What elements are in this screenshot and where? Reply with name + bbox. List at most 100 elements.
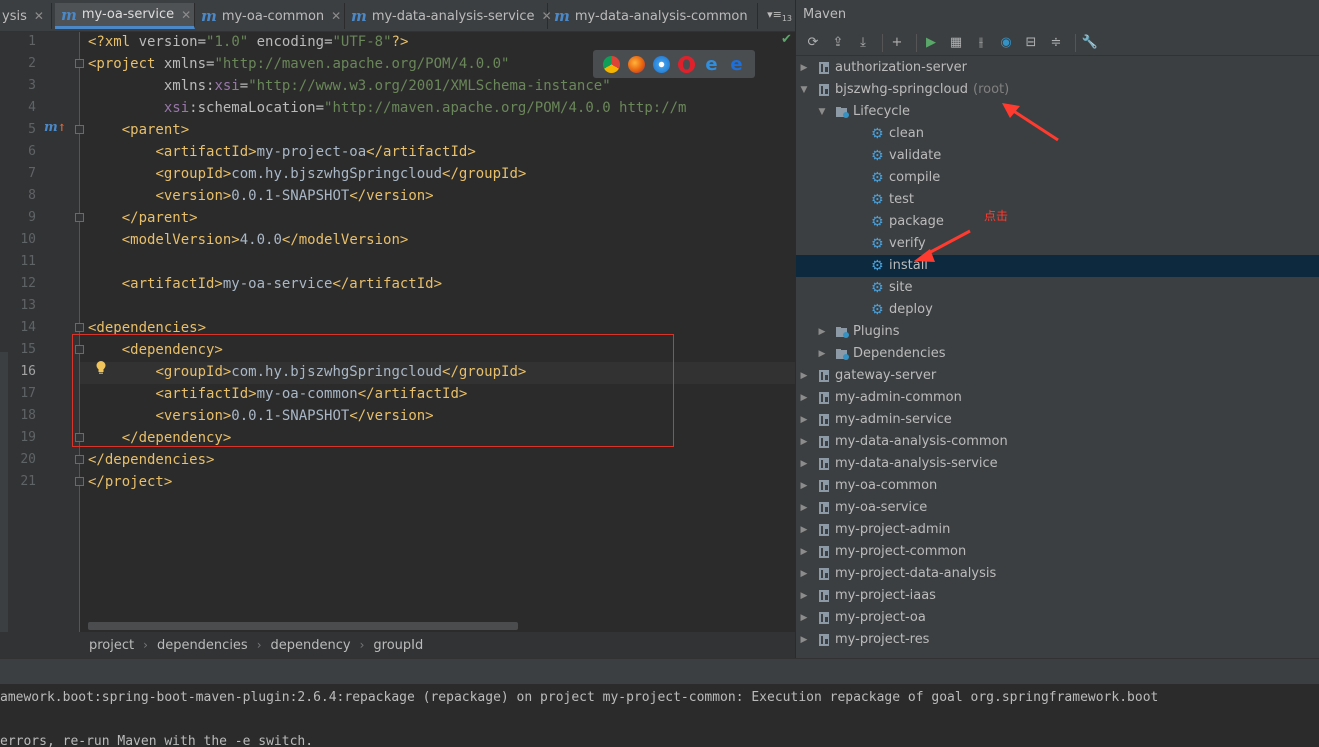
line-number-current: 16 bbox=[20, 364, 36, 379]
breadcrumb-item[interactable]: dependencies bbox=[157, 638, 248, 653]
lightbulb-icon[interactable] bbox=[95, 360, 107, 375]
gear-icon: ⚙ bbox=[871, 236, 884, 252]
fold-marker[interactable] bbox=[75, 477, 84, 486]
xml-tag: <artifactId> bbox=[121, 276, 223, 292]
collapse-arrow-icon[interactable]: ▶ bbox=[817, 343, 827, 365]
run-console-output[interactable]: amework.boot:spring-boot-maven-plugin:2.… bbox=[0, 684, 1319, 747]
code-line-8: <version>0.0.1-SNAPSHOT</version> bbox=[88, 185, 433, 207]
tab-overflow-count: 13 bbox=[781, 14, 792, 24]
code-line-2: <project xmlns="http://maven.apache.org/… bbox=[88, 53, 509, 75]
lifecycle-goal-validate[interactable]: ⚙ validate bbox=[796, 145, 1319, 167]
edge-icon[interactable]: e bbox=[728, 55, 745, 73]
tree-item-label: verify bbox=[889, 236, 926, 251]
editor-tab-active[interactable]: m my-oa-service ✕ bbox=[55, 3, 195, 29]
lifecycle-goal-deploy[interactable]: ⚙ deploy bbox=[796, 299, 1319, 321]
collapse-arrow-icon[interactable]: ▶ bbox=[799, 497, 809, 519]
collapse-arrow-icon[interactable]: ▶ bbox=[799, 57, 809, 79]
tree-folder-dependencies[interactable]: ▶ Dependencies bbox=[796, 343, 1319, 365]
collapse-arrow-icon[interactable]: ▶ bbox=[817, 321, 827, 343]
lifecycle-goal-compile[interactable]: ⚙ compile bbox=[796, 167, 1319, 189]
maven-module-item[interactable]: ▶ my-data-analysis-service bbox=[796, 453, 1319, 475]
run-config-icon[interactable]: ▦ bbox=[946, 33, 966, 53]
maven-module-item[interactable]: ▶ my-project-common bbox=[796, 541, 1319, 563]
collapse-arrow-icon[interactable]: ▶ bbox=[799, 519, 809, 541]
reimport-icon[interactable]: ⟳ bbox=[803, 33, 823, 53]
collapse-arrow-icon[interactable]: ▶ bbox=[799, 453, 809, 475]
maven-module-item[interactable]: ▶ my-project-admin bbox=[796, 519, 1319, 541]
maven-module-item[interactable]: ▼ bjszwhg-springcloud (root) bbox=[796, 79, 1319, 101]
collapse-arrow-icon[interactable]: ▶ bbox=[799, 475, 809, 497]
lifecycle-goal-site[interactable]: ⚙ site bbox=[796, 277, 1319, 299]
lifecycle-goal-verify[interactable]: ⚙ verify bbox=[796, 233, 1319, 255]
tab-overflow-button[interactable]: ▾≡13 bbox=[767, 8, 792, 23]
collapse-arrow-icon[interactable]: ▶ bbox=[799, 541, 809, 563]
skip-tests-icon[interactable]: ◉ bbox=[996, 33, 1016, 53]
download-icon[interactable]: ⤓ bbox=[853, 33, 873, 53]
lifecycle-goal-package[interactable]: ⚙ package bbox=[796, 211, 1319, 233]
collapse-arrow-icon[interactable]: ▶ bbox=[799, 629, 809, 651]
horizontal-scrollbar[interactable] bbox=[88, 622, 518, 630]
maven-file-icon: m bbox=[351, 7, 367, 25]
maven-module-item[interactable]: ▶ my-project-iaas bbox=[796, 585, 1319, 607]
folder-icon bbox=[836, 349, 849, 360]
lifecycle-goal-test[interactable]: ⚙ test bbox=[796, 189, 1319, 211]
show-dependencies-icon[interactable]: ⊟ bbox=[1021, 33, 1041, 53]
tree-folder-plugins[interactable]: ▶ Plugins bbox=[796, 321, 1319, 343]
firefox-icon[interactable] bbox=[628, 55, 645, 73]
collapse-arrow-icon[interactable]: ▶ bbox=[799, 431, 809, 453]
fold-marker[interactable] bbox=[75, 455, 84, 464]
editor-tab[interactable]: m my-data-analysis-common bbox=[548, 3, 758, 29]
run-icon[interactable]: ▶ bbox=[921, 33, 941, 53]
line-number: 2 bbox=[28, 56, 36, 71]
safari-icon[interactable] bbox=[653, 55, 670, 73]
fold-marker[interactable] bbox=[75, 213, 84, 222]
tree-item-label: install bbox=[889, 258, 928, 273]
close-icon[interactable]: ✕ bbox=[181, 8, 191, 22]
collapse-arrow-icon[interactable]: ▶ bbox=[799, 387, 809, 409]
lifecycle-goal-install[interactable]: ⚙ install bbox=[796, 255, 1319, 277]
editor-tab[interactable]: ysis ✕ bbox=[0, 3, 52, 29]
maven-module-item[interactable]: ▶ my-admin-common bbox=[796, 387, 1319, 409]
collapse-arrow-icon[interactable]: ▶ bbox=[799, 409, 809, 431]
breadcrumb-item[interactable]: project bbox=[89, 638, 134, 653]
collapse-arrow-icon[interactable]: ▶ bbox=[799, 607, 809, 629]
close-icon[interactable]: ✕ bbox=[34, 9, 44, 23]
fold-marker[interactable] bbox=[75, 323, 84, 332]
maven-module-item[interactable]: ▶ my-data-analysis-common bbox=[796, 431, 1319, 453]
tree-folder-lifecycle[interactable]: ▼ Lifecycle bbox=[796, 101, 1319, 123]
maven-parent-gutter-icon[interactable]: m↑ bbox=[44, 120, 66, 135]
fold-marker[interactable] bbox=[75, 125, 84, 134]
inspection-ok-icon[interactable]: ✔ bbox=[781, 32, 792, 47]
generate-sources-icon[interactable]: ⇪ bbox=[828, 33, 848, 53]
folder-icon bbox=[836, 107, 849, 118]
opera-icon[interactable] bbox=[678, 55, 695, 73]
settings-icon[interactable]: 🔧 bbox=[1080, 33, 1100, 53]
editor-tab[interactable]: m my-data-analysis-service ✕ bbox=[345, 3, 552, 29]
ie-icon[interactable]: e bbox=[703, 55, 720, 73]
breadcrumb-item[interactable]: dependency bbox=[271, 638, 351, 653]
collapse-arrow-icon[interactable]: ▶ bbox=[799, 563, 809, 585]
maven-module-item[interactable]: ▶ gateway-server bbox=[796, 365, 1319, 387]
collapse-all-icon[interactable]: ≑ bbox=[1046, 33, 1066, 53]
code-editor[interactable]: 1 2 3 4 5 6 7 8 9 10 11 12 13 14 15 16 1… bbox=[0, 32, 795, 632]
expand-arrow-icon[interactable]: ▼ bbox=[799, 79, 809, 101]
toggle-offline-icon[interactable]: ⫲ bbox=[971, 33, 991, 53]
collapse-arrow-icon[interactable]: ▶ bbox=[799, 365, 809, 387]
close-icon[interactable]: ✕ bbox=[331, 9, 341, 23]
editor-tab[interactable]: m my-oa-common ✕ bbox=[195, 3, 345, 29]
code-line-12: <artifactId>my-oa-service</artifactId> bbox=[88, 273, 442, 295]
maven-module-item[interactable]: ▶ my-admin-service bbox=[796, 409, 1319, 431]
lifecycle-goal-clean[interactable]: ⚙ clean bbox=[796, 123, 1319, 145]
add-icon[interactable]: + bbox=[887, 33, 907, 53]
maven-module-item[interactable]: ▶ my-oa-common bbox=[796, 475, 1319, 497]
breadcrumb-item[interactable]: groupId bbox=[373, 638, 423, 653]
fold-marker[interactable] bbox=[75, 59, 84, 68]
maven-module-item[interactable]: ▶ my-oa-service bbox=[796, 497, 1319, 519]
maven-module-item[interactable]: ▶ my-project-oa bbox=[796, 607, 1319, 629]
collapse-arrow-icon[interactable]: ▶ bbox=[799, 585, 809, 607]
expand-arrow-icon[interactable]: ▼ bbox=[817, 101, 827, 123]
chrome-icon[interactable] bbox=[603, 55, 620, 73]
maven-module-item[interactable]: ▶ my-project-res bbox=[796, 629, 1319, 651]
maven-module-item[interactable]: ▶ my-project-data-analysis bbox=[796, 563, 1319, 585]
maven-module-item[interactable]: ▶ authorization-server bbox=[796, 57, 1319, 79]
